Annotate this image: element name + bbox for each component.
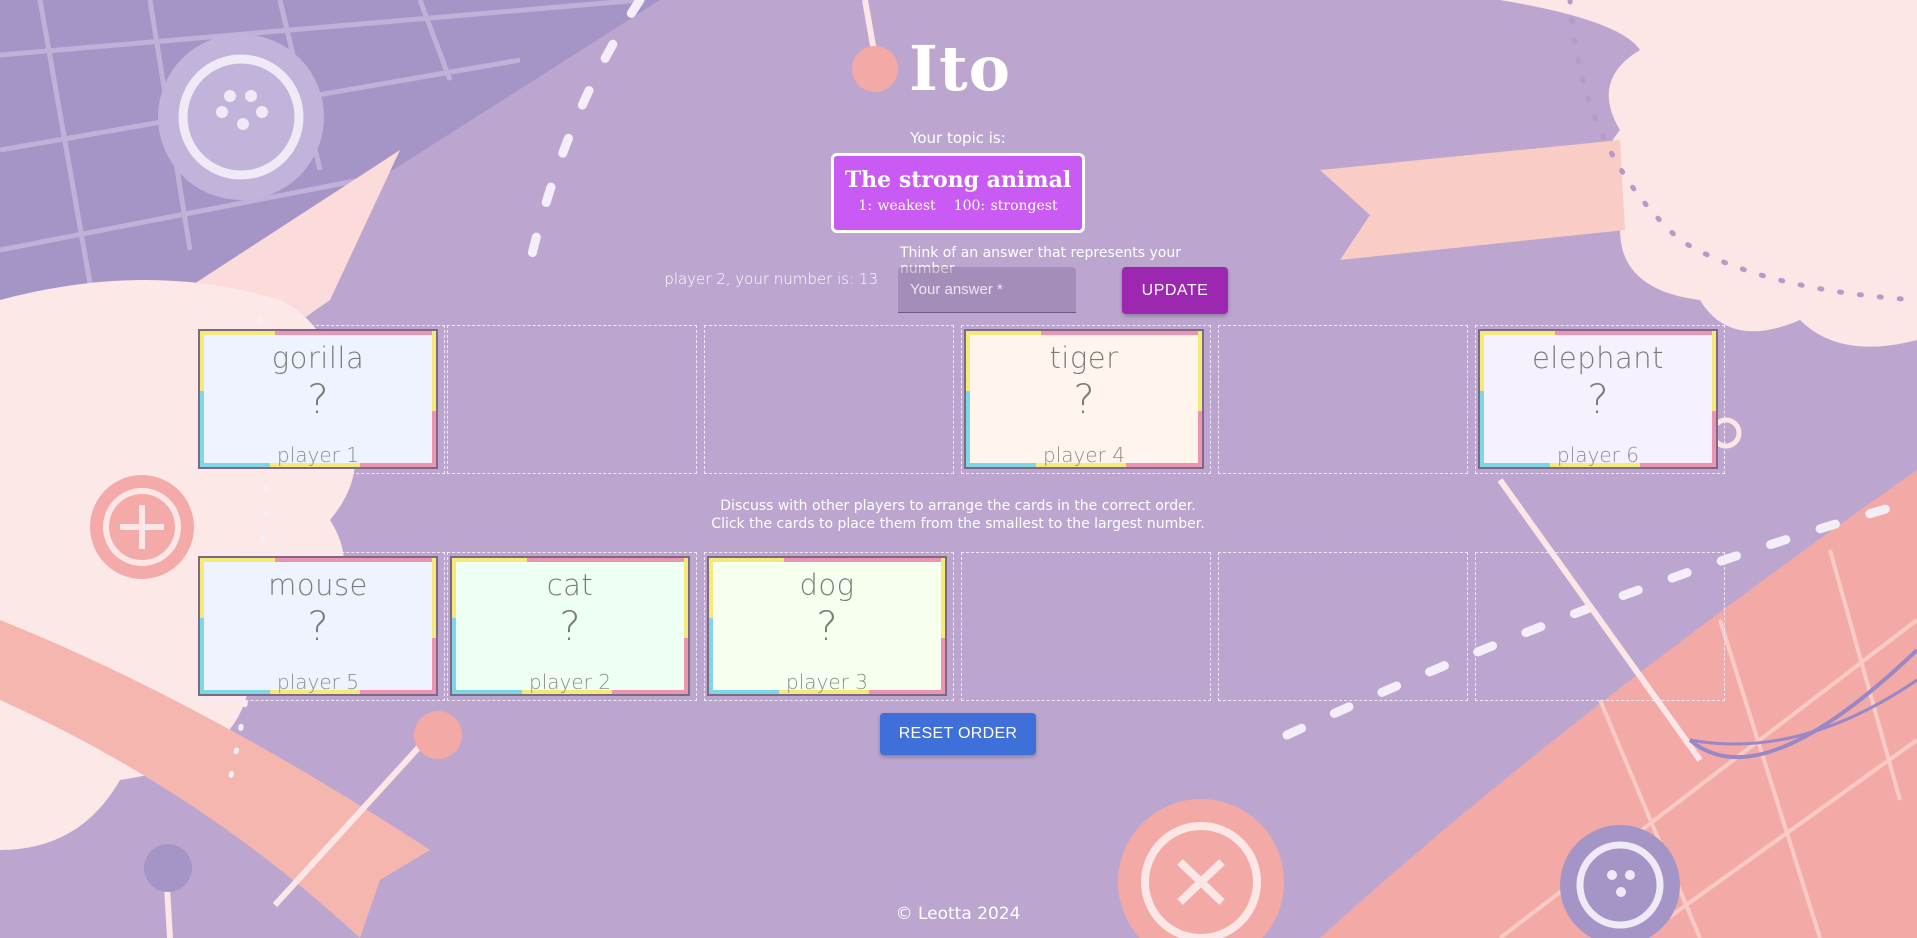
answer-card[interactable]: gorilla? player 1 bbox=[198, 329, 438, 469]
card-answer: mouse bbox=[268, 568, 368, 602]
card-slot-bottom-6[interactable] bbox=[1475, 552, 1725, 701]
instructions: Discuss with other players to arrange th… bbox=[640, 497, 1276, 533]
card-slot-top-4[interactable]: tiger? player 4 bbox=[961, 325, 1211, 474]
card-slot-bottom-3[interactable]: dog? player 3 bbox=[704, 552, 954, 701]
topic-scale-min: 1: weakest bbox=[858, 198, 936, 214]
topic-name: The strong animal bbox=[844, 167, 1072, 193]
card-hidden-number: ? bbox=[307, 604, 329, 650]
player-number-text: player 2, your number is: 13 bbox=[664, 270, 878, 288]
topic-card: The strong animal 1: weakest 100: stronge… bbox=[831, 153, 1085, 233]
card-edge-stripe bbox=[784, 558, 945, 562]
card-edge-stripe bbox=[200, 558, 275, 562]
card-owner: player 2 bbox=[529, 670, 611, 694]
topic-label: Your topic is: bbox=[910, 129, 1006, 147]
card-answer: dog bbox=[799, 568, 855, 602]
card-answer: tiger bbox=[1049, 341, 1119, 375]
card-slot-top-2[interactable] bbox=[447, 325, 697, 474]
card-edge-stripe bbox=[200, 331, 275, 335]
card-slot-top-3[interactable] bbox=[704, 325, 954, 474]
answer-input[interactable] bbox=[898, 267, 1076, 313]
topic-scale-max: 100: strongest bbox=[953, 198, 1058, 214]
card-edge-stripe bbox=[452, 558, 527, 562]
card-edge-stripe bbox=[709, 558, 784, 562]
card-slot-bottom-5[interactable] bbox=[1218, 552, 1468, 701]
reset-order-button[interactable]: RESET ORDER bbox=[880, 713, 1036, 755]
update-button[interactable]: UPDATE bbox=[1122, 267, 1228, 314]
card-owner: player 6 bbox=[1557, 443, 1639, 467]
card-edge-stripe bbox=[1480, 331, 1555, 335]
card-hidden-number: ? bbox=[1073, 377, 1095, 423]
card-edge-stripe bbox=[275, 558, 436, 562]
card-edge-stripe bbox=[1555, 331, 1716, 335]
card-edge-stripe bbox=[527, 558, 688, 562]
title-pin-head bbox=[852, 46, 898, 92]
instructions-line-2: Click the cards to place them from the s… bbox=[711, 516, 1205, 532]
card-owner: player 4 bbox=[1043, 443, 1125, 467]
card-slot-top-1[interactable]: gorilla? player 1 bbox=[195, 325, 445, 474]
card-slot-bottom-4[interactable] bbox=[961, 552, 1211, 701]
card-owner: player 1 bbox=[277, 443, 359, 467]
card-hidden-number: ? bbox=[816, 604, 838, 650]
card-slot-bottom-2[interactable]: cat? player 2 bbox=[447, 552, 697, 701]
app-title: Ito bbox=[909, 32, 1011, 105]
card-edge-stripe bbox=[275, 331, 436, 335]
card-edge-stripe bbox=[1041, 331, 1202, 335]
card-owner: player 5 bbox=[277, 670, 359, 694]
card-slot-top-5[interactable] bbox=[1218, 325, 1468, 474]
card-answer: elephant bbox=[1531, 341, 1665, 375]
footer-copyright: © Leotta 2024 bbox=[895, 904, 1021, 924]
topic-scale: 1: weakest 100: strongest bbox=[834, 198, 1082, 214]
card-hidden-number: ? bbox=[559, 604, 581, 650]
card-owner: player 3 bbox=[786, 670, 868, 694]
card-answer: gorilla bbox=[271, 341, 365, 375]
card-hidden-number: ? bbox=[1587, 377, 1609, 423]
card-edge-stripe bbox=[966, 331, 1041, 335]
answer-card[interactable]: tiger? player 4 bbox=[964, 329, 1204, 469]
answer-card[interactable]: dog? player 3 bbox=[707, 556, 947, 696]
card-hidden-number: ? bbox=[307, 377, 329, 423]
card-slot-bottom-1[interactable]: mouse? player 5 bbox=[195, 552, 445, 701]
instructions-line-1: Discuss with other players to arrange th… bbox=[720, 498, 1196, 514]
answer-card[interactable]: cat? player 2 bbox=[450, 556, 690, 696]
answer-card[interactable]: elephant? player 6 bbox=[1478, 329, 1718, 469]
answer-card[interactable]: mouse? player 5 bbox=[198, 556, 438, 696]
card-slot-top-6[interactable]: elephant? player 6 bbox=[1475, 325, 1725, 474]
card-answer: cat bbox=[546, 568, 594, 602]
